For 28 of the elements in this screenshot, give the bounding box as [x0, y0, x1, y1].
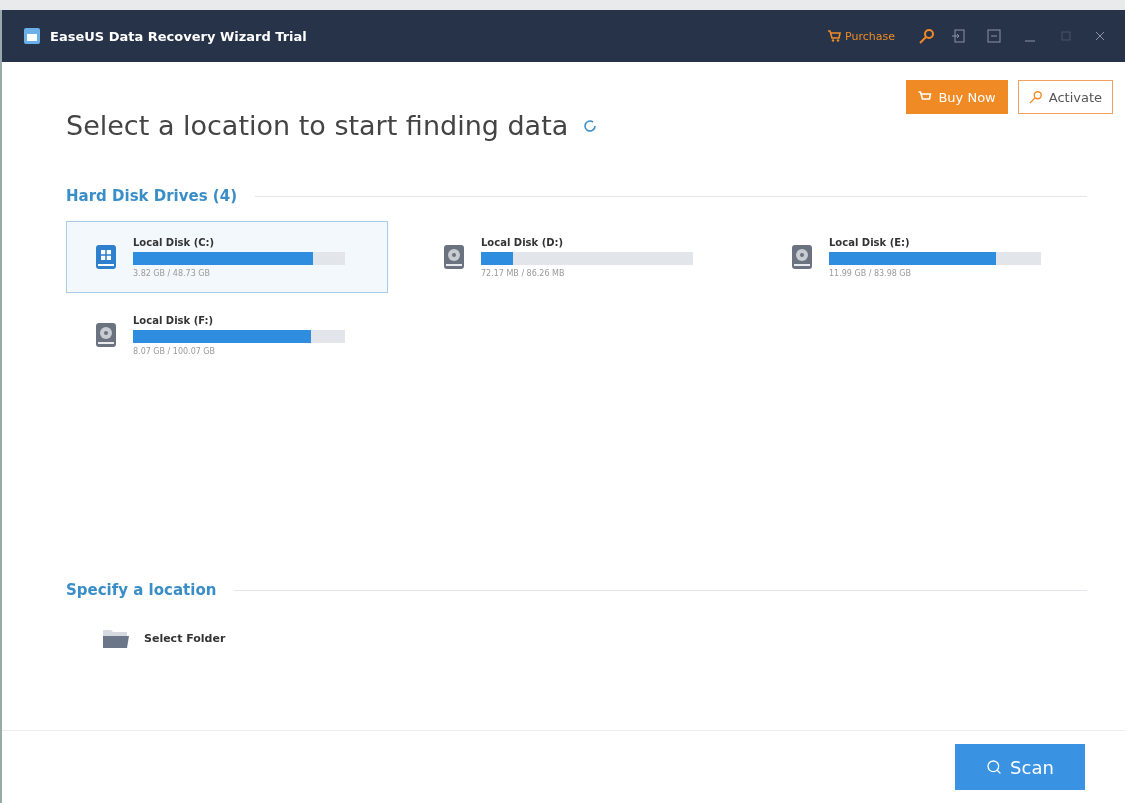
page-heading: Select a location to start finding data	[66, 110, 569, 141]
drive-name: Local Disk (E:)	[829, 236, 911, 248]
key-icon[interactable]	[919, 28, 935, 44]
drive-usage: 8.07 GB / 100.07 GB	[133, 346, 217, 356]
key-icon	[1028, 90, 1043, 104]
refresh-icon[interactable]	[582, 117, 599, 134]
drive-name: Local Disk (D:)	[481, 236, 565, 248]
drive-card[interactable]: Local Disk (C:) 3.82 GB / 48.73 GB	[66, 221, 388, 293]
cart-icon	[918, 91, 933, 103]
drive-usage: 3.82 GB / 48.73 GB	[133, 268, 211, 278]
search-icon	[986, 759, 1003, 775]
section-title: Hard Disk Drives (4)	[66, 187, 237, 205]
window-title: EaseUS Data Recovery Wizard Trial	[50, 28, 308, 44]
drive-usage: 11.99 GB / 83.98 GB	[829, 268, 913, 278]
drive-icon	[443, 244, 465, 270]
drive-icon	[95, 322, 117, 348]
activate-button[interactable]: Activate	[1017, 80, 1113, 114]
drive-name: Local Disk (C:)	[133, 236, 216, 248]
section-title: Specify a location	[66, 581, 217, 599]
app-logo-icon	[24, 28, 40, 44]
drive-icon	[791, 244, 813, 270]
drive-icon	[95, 244, 117, 270]
purchase-link[interactable]: Purchase	[828, 29, 895, 43]
folder-icon	[102, 627, 130, 649]
select-folder-link[interactable]: Select Folder	[144, 631, 226, 645]
drive-name: Local Disk (F:)	[133, 314, 215, 326]
drive-usage: 72.17 MB / 86.26 MB	[481, 268, 566, 278]
cart-icon	[828, 30, 842, 42]
